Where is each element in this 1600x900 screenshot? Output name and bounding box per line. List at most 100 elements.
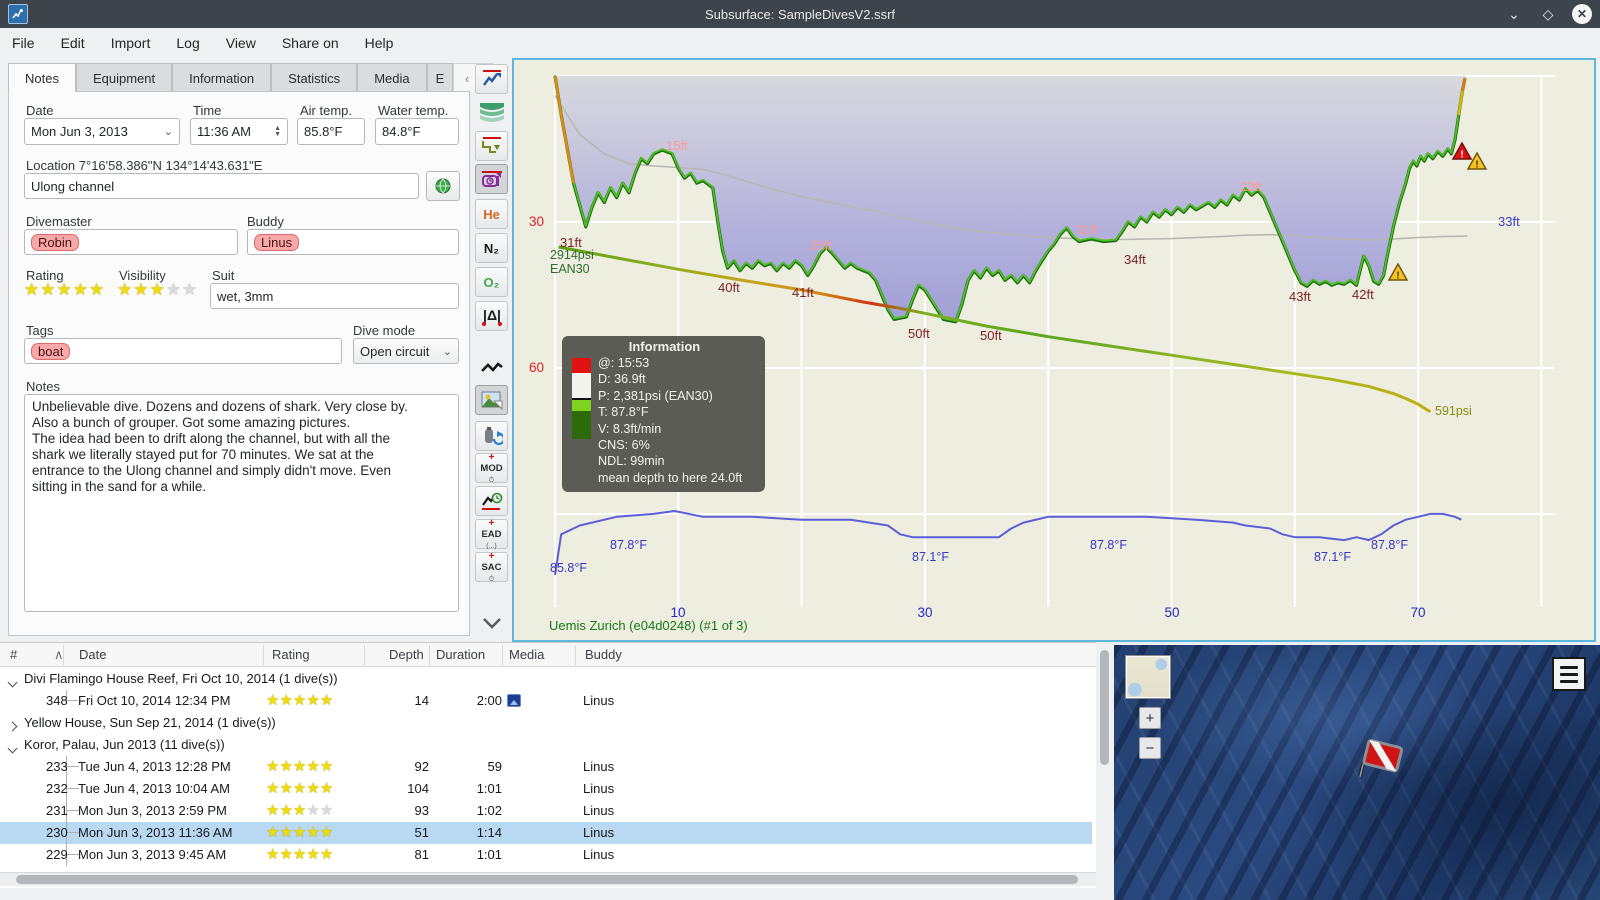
dive-list-header[interactable]: # ∧ Date Rating Depth Duration Media Bud… <box>0 643 1096 667</box>
col-media[interactable]: Media <box>509 647 544 662</box>
dive-duration: 2:00 <box>476 693 502 708</box>
dive-row[interactable]: 229 Mon Jun 3, 2013 9:45 AM ★★★★★ 81 1:01 Lin… <box>0 844 1092 866</box>
dive-rating: ★★★★★ <box>266 758 334 775</box>
dive-flag-marker[interactable] <box>1346 727 1413 797</box>
dive-row[interactable]: 231 Mon Jun 3, 2013 2:59 PM ★★★★★ 93 1:02 Lin… <box>0 800 1092 822</box>
tags-input[interactable]: boat <box>24 338 342 364</box>
oxygen-graph-icon[interactable]: O₂ <box>475 267 508 297</box>
overview-minimap[interactable] <box>1125 655 1171 699</box>
divemaster-label: Divemaster <box>26 214 92 229</box>
trip-row[interactable]: Koror, Palau, Jun 2013 (11 dive(s)) <box>0 734 1092 756</box>
scrollbar-handle[interactable] <box>16 875 1078 884</box>
tab-media[interactable]: Media <box>357 63 427 92</box>
svg-text:2914psi: 2914psi <box>550 248 594 262</box>
col-buddy[interactable]: Buddy <box>585 647 622 662</box>
svg-text:87.8°F: 87.8°F <box>1371 538 1408 552</box>
location-input[interactable]: Ulong channel <box>24 173 419 199</box>
vertical-scrollbar[interactable] <box>1096 645 1114 900</box>
col-date[interactable]: Date <box>79 647 106 662</box>
dive-mode-label: Dive mode <box>353 323 416 338</box>
tab-e[interactable]: E <box>426 63 454 92</box>
scrollbar-handle[interactable] <box>1100 650 1109 765</box>
divemaster-input[interactable]: Robin <box>24 229 238 255</box>
tree-line <box>66 756 79 778</box>
menu-file[interactable]: File <box>12 35 35 51</box>
sac-icon[interactable]: + SAC ⏱ <box>475 552 508 583</box>
waves-icon[interactable] <box>475 98 508 128</box>
visibility-stars[interactable]: ★★★★★ <box>117 280 198 300</box>
tab-notes[interactable]: Notes <box>8 63 76 92</box>
dive-row[interactable]: 233 Tue Jun 4, 2013 12:28 PM ★★★★★ 92 59 Linu… <box>0 756 1092 778</box>
collapse-icon[interactable] <box>7 743 18 754</box>
dive-computer-profile-icon[interactable] <box>475 64 508 94</box>
menu-edit[interactable]: Edit <box>61 35 85 51</box>
photos-icon[interactable] <box>475 385 508 415</box>
ndl-runner-icon[interactable] <box>475 486 508 516</box>
media-icon[interactable] <box>507 694 521 707</box>
tank-change-icon[interactable] <box>475 421 508 451</box>
infobox-row: NDL: 99min <box>598 454 665 469</box>
map-zoom-out-button[interactable]: − <box>1139 737 1161 759</box>
suit-input[interactable]: wet, 3mm <box>210 283 459 309</box>
dive-profile-chart[interactable]: 15ft 35ft 31ft 23ft 31ft 40ft 41ft 50ft 50ft 34ft… <box>512 58 1596 642</box>
col-rating[interactable]: Rating <box>272 647 310 662</box>
water-temp-field[interactable]: 84.8°F <box>375 118 459 145</box>
dive-depth: 93 <box>414 803 429 818</box>
maximize-button[interactable]: ◇ <box>1538 4 1558 24</box>
tab-equipment[interactable]: Equipment <box>75 63 173 92</box>
buddy-chip[interactable]: Linus <box>254 233 300 251</box>
tab-statistics[interactable]: Statistics <box>271 63 358 92</box>
svg-text:23ft: 23ft <box>1240 179 1262 194</box>
col-duration[interactable]: Duration <box>436 647 485 662</box>
svg-text:31ft: 31ft <box>1076 222 1098 237</box>
col-number[interactable]: # <box>10 647 17 662</box>
svg-text:!: ! <box>1475 160 1478 171</box>
dive-site-map[interactable]: + − <box>1114 645 1600 900</box>
date-select[interactable]: Mon Jun 3, 2013 ⌄ <box>24 118 180 145</box>
tab-scroll-left-icon[interactable]: ‹ <box>465 71 469 86</box>
menu-log[interactable]: Log <box>176 35 199 51</box>
air-temp-field[interactable]: 85.8°F <box>297 118 365 145</box>
spinner-arrows-icon[interactable]: ▲ ▼ <box>274 125 281 138</box>
dive-row[interactable]: 232 Tue Jun 4, 2013 10:04 AM ★★★★★ 104 1:01 L… <box>0 778 1092 800</box>
close-button[interactable]: ✕ <box>1572 4 1592 24</box>
dive-row[interactable]: 230 Mon Jun 3, 2013 11:36 AM ★★★★★ 51 1:14 Li… <box>0 822 1092 844</box>
menu-help[interactable]: Help <box>365 35 394 51</box>
globe-button[interactable] <box>426 171 460 201</box>
time-stepper[interactable]: 11:36 AM ▲ ▼ <box>190 118 288 145</box>
nitrogen-graph-icon[interactable]: N₂ <box>475 233 508 263</box>
collapse-icon[interactable] <box>7 677 18 688</box>
horizontal-scrollbar[interactable] <box>0 872 1096 886</box>
tag-chip[interactable]: boat <box>31 342 71 360</box>
helium-graph-icon[interactable]: He <box>475 199 508 229</box>
trip-row[interactable]: Divi Flamingo House Reef, Fri Oct 10, 20… <box>0 668 1092 690</box>
mod-icon[interactable]: + MOD ⏱ <box>475 453 508 484</box>
trip-row[interactable]: Yellow House, Sun Sep 21, 2014 (1 dive(s… <box>0 712 1092 734</box>
tab-information[interactable]: Information <box>172 63 272 92</box>
delta-icon[interactable]: |Δ| <box>475 301 508 331</box>
ead-icon[interactable]: + EAD (...) <box>475 519 508 550</box>
dive-date: Tue Jun 4, 2013 10:04 AM <box>78 781 231 796</box>
infobox-row: V: 8.3ft/min <box>598 421 662 436</box>
buddy-input[interactable]: Linus <box>247 229 459 255</box>
heartrate-icon[interactable] <box>475 353 508 383</box>
menu-view[interactable]: View <box>226 35 256 51</box>
dive-rating: ★★★★★ <box>266 846 334 863</box>
expand-icon[interactable] <box>7 721 18 732</box>
col-depth[interactable]: Depth <box>389 647 424 662</box>
dive-mode-select[interactable]: Open circuit ⌄ <box>353 338 459 364</box>
minimize-button[interactable]: ⌄ <box>1504 4 1524 24</box>
notes-textarea[interactable]: Unbelievable dive. Dozens and dozens of … <box>24 394 459 612</box>
dive-row[interactable]: 348 Fri Oct 10, 2014 12:34 PM ★★★★★ 14 2:00 L… <box>0 690 1092 712</box>
menu-share-on[interactable]: Share on <box>282 35 339 51</box>
dive-buddy: Linus <box>583 759 615 774</box>
rating-stars[interactable]: ★★★★★ <box>24 280 105 300</box>
map-menu-button[interactable] <box>1552 657 1586 691</box>
scroll-down-icon[interactable] <box>475 608 508 638</box>
tank-bar-icon[interactable] <box>475 164 508 194</box>
map-zoom-in-button[interactable]: + <box>1139 707 1161 729</box>
divemaster-chip[interactable]: Robin <box>31 233 79 251</box>
tree-line <box>66 844 79 866</box>
ceiling-icon[interactable] <box>475 131 508 161</box>
menu-import[interactable]: Import <box>111 35 151 51</box>
